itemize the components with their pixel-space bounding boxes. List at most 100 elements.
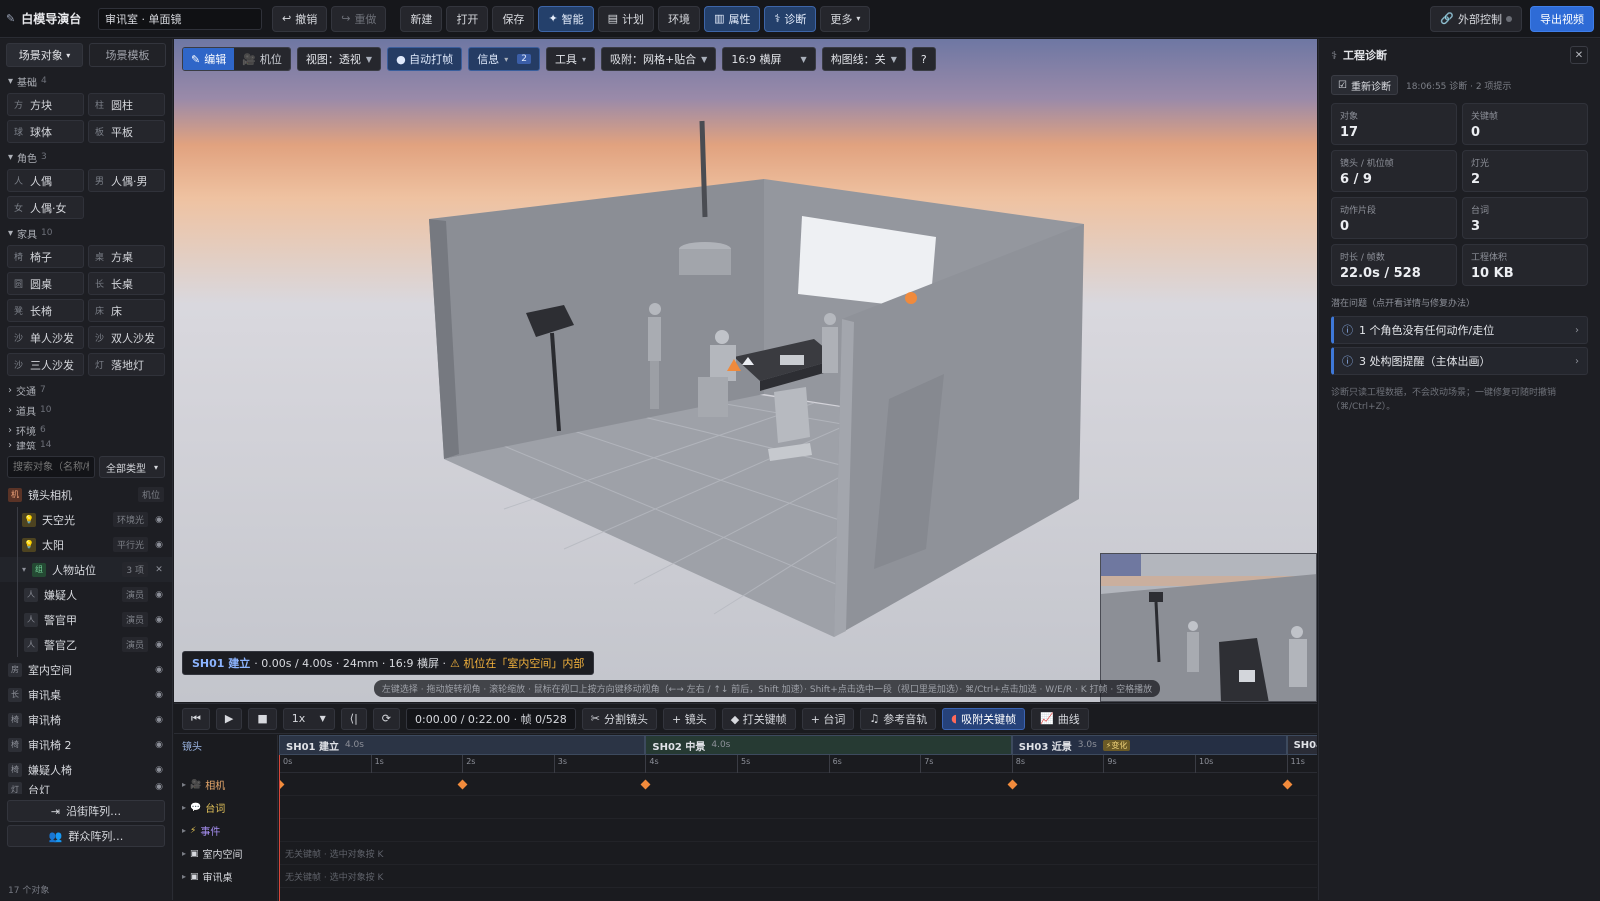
asset-long-table[interactable]: 长长桌 xyxy=(88,272,165,295)
shot-clip[interactable]: SH02 中景 4.0s xyxy=(645,735,1012,755)
open-button[interactable]: 打开 xyxy=(446,5,489,32)
category-role[interactable]: ▾ 角色 3 xyxy=(0,147,172,167)
track-row-dialog[interactable] xyxy=(279,796,1317,819)
tree-item-sun[interactable]: 💡 太阳 平行光 ◉ xyxy=(0,532,172,557)
eye-icon[interactable]: ◉ xyxy=(154,515,164,525)
add-shot-button[interactable]: + 镜头 xyxy=(663,707,716,730)
tree-item-desk-lamp[interactable]: 灯台灯 ◉ xyxy=(0,782,172,794)
eye-icon[interactable]: ◉ xyxy=(154,590,164,600)
play-button[interactable]: ▶ xyxy=(215,707,243,730)
asset-chair[interactable]: 椅椅子 xyxy=(7,245,84,268)
tab-scene-objects[interactable]: 场景对象 ▾ xyxy=(6,43,83,67)
curve-editor-button[interactable]: 📈 曲线 xyxy=(1031,707,1089,730)
track-header-events[interactable]: ▸ ⚡ 事件 xyxy=(174,819,277,842)
stop-button[interactable]: ■ xyxy=(248,707,277,730)
asset-mannequin-female[interactable]: 女人偶·女 xyxy=(7,196,84,219)
category-basic[interactable]: ▾ 基础 4 xyxy=(0,71,172,91)
tree-item-interrogation-chair[interactable]: 椅审讯椅 ◉ xyxy=(0,707,172,732)
add-keyframe-button[interactable]: ◆ 打关键帧 xyxy=(721,707,796,730)
asset-double-sofa[interactable]: 沙双人沙发 xyxy=(88,326,165,349)
close-icon[interactable]: ✕ xyxy=(154,565,164,575)
export-video-button[interactable]: 导出视频 xyxy=(1530,5,1594,32)
prev-key-button[interactable]: ⟨| xyxy=(340,707,367,730)
asset-cube[interactable]: 方方块 xyxy=(7,93,84,116)
camera-mode-button[interactable]: 🎥 机位 xyxy=(234,48,290,70)
track-header-dialog[interactable]: ▸ 💬 台词 xyxy=(174,796,277,819)
add-dialog-button[interactable]: + 台词 xyxy=(801,707,855,730)
category-furniture[interactable]: ▾ 家具 10 xyxy=(0,223,172,243)
track-row-camera[interactable] xyxy=(279,773,1317,796)
undo-button[interactable]: ↩ 撤销 xyxy=(272,5,328,32)
asset-bed[interactable]: 床床 xyxy=(88,299,165,322)
save-button[interactable]: 保存 xyxy=(492,5,535,32)
skip-to-start-button[interactable]: ⏮ xyxy=(182,707,210,730)
mode-switch[interactable]: ✎ 编辑 🎥 机位 xyxy=(182,47,291,71)
auto-keyframe-toggle[interactable]: ● 自动打帧 xyxy=(387,47,463,71)
new-button[interactable]: 新建 xyxy=(400,5,443,32)
tree-item-interrogation-table[interactable]: 长审讯桌 ◉ xyxy=(0,682,172,707)
eye-icon[interactable]: ◉ xyxy=(154,690,164,700)
3d-viewport[interactable]: ✎ 编辑 🎥 机位 视图：透视 ▼ ● 自动打帧 信息 ▾ 2 工具 ▾ 吸附：网格+贴合 ▼… xyxy=(174,39,1317,702)
asset-floor-lamp[interactable]: 灯落地灯 xyxy=(88,353,165,376)
close-icon[interactable]: ✕ xyxy=(1570,46,1588,64)
diagnostics-button[interactable]: ⚕ 诊断 xyxy=(764,5,817,32)
track-row-events[interactable] xyxy=(279,819,1317,842)
crowd-array-button[interactable]: 👥 群众阵列… xyxy=(7,825,165,847)
track-header-table[interactable]: ▸ ▣ 审讯桌 xyxy=(174,865,277,888)
asset-round-table[interactable]: 圆圆桌 xyxy=(7,272,84,295)
asset-sphere[interactable]: 球球体 xyxy=(7,120,84,143)
eye-icon[interactable]: ◉ xyxy=(154,665,164,675)
plan-button[interactable]: ▤ 计划 xyxy=(597,5,655,32)
camera-keyframe[interactable] xyxy=(1007,779,1018,790)
redo-button[interactable]: ↪ 重做 xyxy=(331,5,387,32)
track-row-interior[interactable]: 无关键帧 · 选中对象按 K xyxy=(279,842,1317,865)
tools-menu-button[interactable]: 工具 ▾ xyxy=(545,47,595,71)
properties-button[interactable]: ▥ 属性 xyxy=(704,5,761,32)
tree-item-officer-a[interactable]: 人警官甲 演员 ◉ xyxy=(0,607,172,632)
issue-item[interactable]: ⓘ 1 个角色没有任何动作/走位 › xyxy=(1331,316,1588,344)
type-filter-select[interactable]: 全部类型 ▾ xyxy=(99,456,165,478)
eye-icon[interactable]: ◉ xyxy=(154,540,164,550)
smart-button[interactable]: ✦ 智能 xyxy=(538,5,594,32)
tree-group-characters[interactable]: ▾ 组人物站位 3 项 ✕ xyxy=(0,557,172,582)
category-transport[interactable]: › 交通 7 xyxy=(0,380,172,400)
tree-item-camera[interactable]: 机镜头相机 机位 xyxy=(0,482,172,507)
asset-single-sofa[interactable]: 沙单人沙发 xyxy=(7,326,84,349)
eye-icon[interactable]: ◉ xyxy=(154,740,164,750)
object-search-input[interactable] xyxy=(7,456,95,478)
asset-bench[interactable]: 凳长椅 xyxy=(7,299,84,322)
street-array-button[interactable]: ⇥ 沿街阵列… xyxy=(7,800,165,822)
eye-icon[interactable]: ◉ xyxy=(154,615,164,625)
environment-button[interactable]: 环境 xyxy=(658,5,701,32)
issue-item[interactable]: ⓘ 3 处构图提醒（主体出画） › xyxy=(1331,347,1588,375)
category-props[interactable]: › 道具 10 xyxy=(0,400,172,420)
track-header-interior[interactable]: ▸ ▣ 室内空间 xyxy=(174,842,277,865)
tree-item-interrogation-chair-2[interactable]: 椅审讯椅 2 ◉ xyxy=(0,732,172,757)
track-header-camera[interactable]: ▸ 🎥 相机 xyxy=(174,773,277,796)
tree-item-sky-light[interactable]: 💡 天空光 环境光 ◉ xyxy=(0,507,172,532)
shot-clip[interactable]: SH04 xyxy=(1286,735,1317,755)
eye-icon[interactable]: ◉ xyxy=(154,765,164,775)
eye-icon[interactable]: ◉ xyxy=(154,782,164,792)
asset-mannequin[interactable]: 人人偶 xyxy=(7,169,84,192)
reference-audio-button[interactable]: ♫ 参考音轨 xyxy=(860,707,937,730)
snap-select[interactable]: 吸附：网格+贴合 ▼ xyxy=(600,47,717,71)
asset-triple-sofa[interactable]: 沙三人沙发 xyxy=(7,353,84,376)
category-environment[interactable]: › 环境 6 xyxy=(0,420,172,440)
track-row-table[interactable]: 无关键帧 · 选中对象按 K xyxy=(279,865,1317,888)
info-menu-button[interactable]: 信息 ▾ 2 xyxy=(468,47,540,71)
tree-item-suspect[interactable]: 人嫌疑人 演员 ◉ xyxy=(0,582,172,607)
tree-item-officer-b[interactable]: 人警官乙 演员 ◉ xyxy=(0,632,172,657)
external-control-button[interactable]: 🔗 外部控制 xyxy=(1430,5,1522,32)
guides-select[interactable]: 构图线：关 ▼ xyxy=(821,47,906,71)
shot-clip[interactable]: SH03 近景 3.0s ⚡变化 xyxy=(1011,735,1287,755)
view-select[interactable]: 视图：透视 ▼ xyxy=(296,47,382,71)
playhead[interactable] xyxy=(279,735,280,901)
category-building[interactable]: › 建筑 14 xyxy=(0,440,172,450)
camera-keyframe[interactable] xyxy=(640,779,651,790)
asset-plane[interactable]: 板平板 xyxy=(88,120,165,143)
eye-icon[interactable]: ◉ xyxy=(154,715,164,725)
tree-item-interior[interactable]: 房室内空间 ◉ xyxy=(0,657,172,682)
help-button[interactable]: ? xyxy=(911,47,936,71)
tab-scene-templates[interactable]: 场景模板 xyxy=(89,43,166,67)
